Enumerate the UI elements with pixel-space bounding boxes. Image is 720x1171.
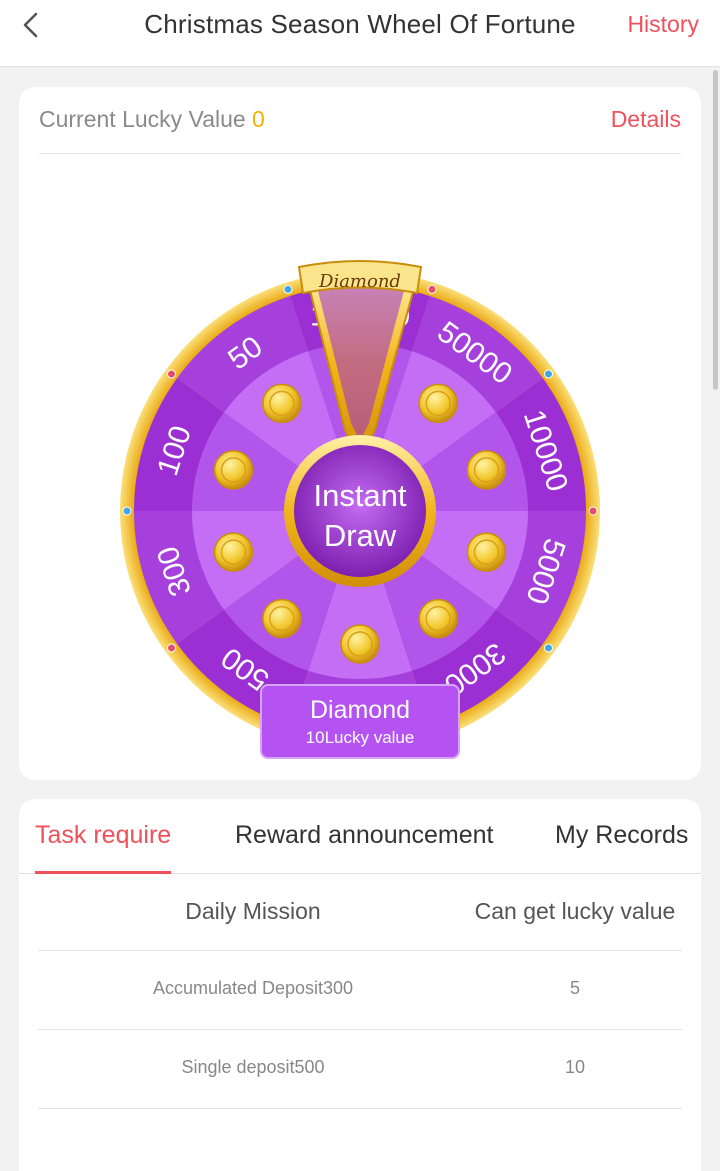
draw-button-subtitle: 10Lucky value [305, 728, 415, 747]
mission-name: Accumulated Deposit300 [152, 978, 354, 998]
hub-label-line2: Draw [324, 518, 397, 553]
details-link[interactable]: Details [611, 106, 681, 133]
mission-lucky-value: 10 [564, 1057, 586, 1077]
rim-gem-icon [122, 506, 132, 516]
lucky-value-row: Current Lucky Value 0 Details [39, 87, 681, 154]
table-row: Accumulated Deposit300 5 [38, 951, 682, 1030]
column-header-lucky-value: Can get lucky value [474, 898, 676, 924]
mission-lucky-value: 5 [569, 978, 580, 998]
tasks-card: Task require Reward announcement My Reco… [19, 799, 701, 1171]
coin-icon [213, 450, 254, 490]
rim-gem-icon [283, 284, 293, 294]
coin-icon [340, 624, 380, 664]
rim-gem-icon [544, 643, 554, 653]
diamond-draw-button[interactable]: Diamond 10Lucky value [260, 684, 460, 759]
lucky-value-label: Current Lucky Value [39, 106, 246, 132]
pointer-label: Diamond [318, 271, 401, 292]
rim-gem-icon [166, 643, 176, 653]
coin-icon [466, 450, 507, 490]
table-header: Daily Mission Can get lucky value [38, 874, 682, 951]
scrollbar[interactable] [713, 70, 718, 390]
coin-icon [262, 598, 302, 639]
history-link[interactable]: History [627, 11, 699, 38]
hub-label-line1: Instant [313, 478, 406, 513]
rim-gem-icon [427, 284, 437, 294]
coin-icon [466, 532, 507, 572]
draw-button-title: Diamond [309, 696, 411, 724]
tab-bar: Task require Reward announcement My Reco… [19, 799, 701, 874]
table-row: Single deposit500 10 [38, 1030, 682, 1109]
lucky-value-amount: 0 [252, 106, 265, 132]
wheel-card: Current Lucky Value 0 Details 50000 1000… [19, 87, 701, 780]
coin-icon [418, 598, 458, 639]
tab-my-records[interactable]: My Records [555, 821, 688, 850]
rim-gem-icon [588, 506, 598, 516]
coin-icon [262, 383, 302, 424]
tab-task-require[interactable]: Task require [35, 821, 171, 850]
page-title: Christmas Season Wheel Of Fortune [144, 9, 576, 39]
rim-gem-icon [166, 369, 176, 379]
coin-icon [418, 383, 458, 424]
top-bar: Christmas Season Wheel Of Fortune Histor… [0, 0, 720, 67]
fortune-wheel[interactable]: 100000500001000050003000100050030010050 … [103, 175, 617, 765]
coin-icon [213, 532, 254, 572]
tab-reward-announcement[interactable]: Reward announcement [235, 821, 494, 850]
column-header-mission: Daily Mission [185, 898, 321, 924]
rim-gem-icon [544, 369, 554, 379]
mission-name: Single deposit500 [181, 1057, 325, 1077]
